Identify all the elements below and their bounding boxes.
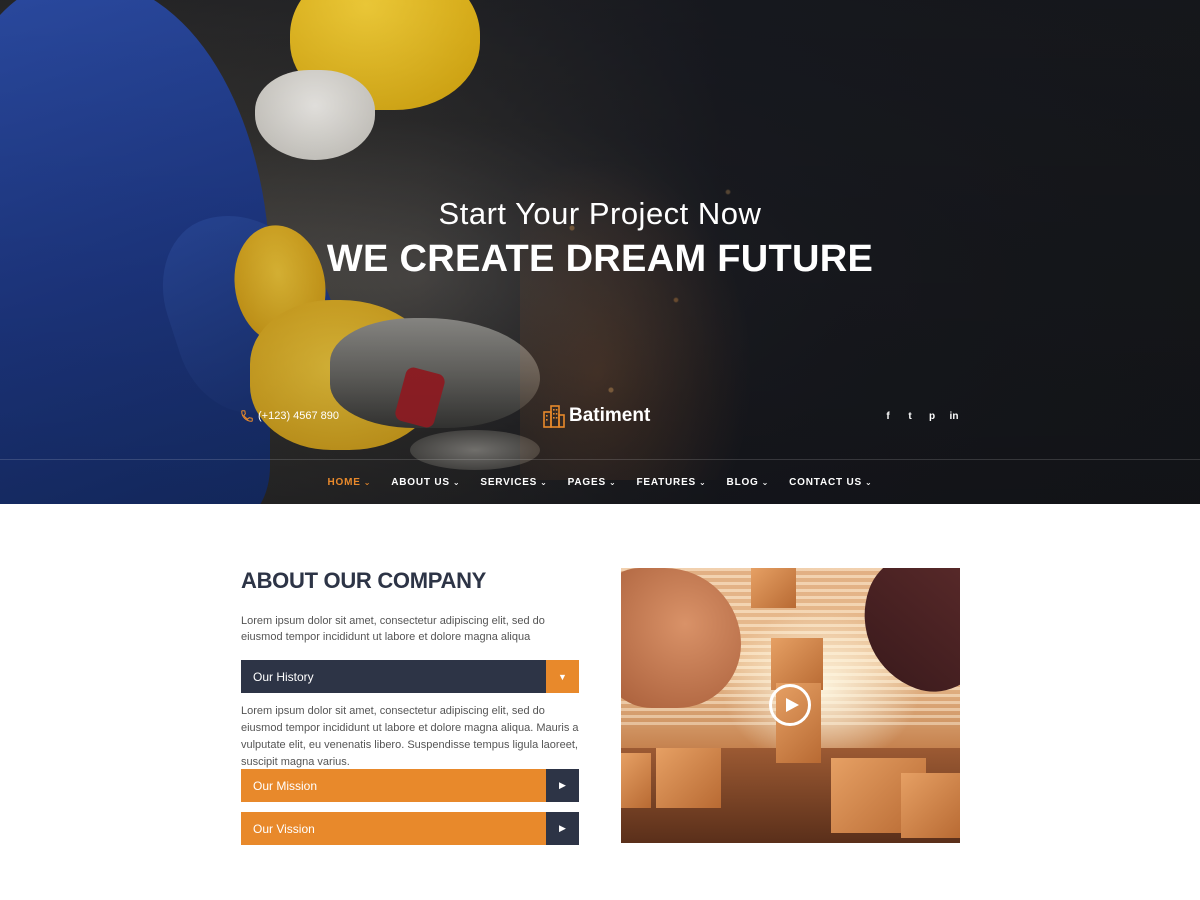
wood-block [656, 748, 721, 808]
wood-block [901, 773, 960, 838]
accordion-label: Our Mission [241, 769, 546, 802]
video-thumbnail[interactable] [621, 568, 960, 843]
nav-label: PAGES [567, 476, 606, 488]
about-title: ABOUT OUR COMPANY [241, 568, 487, 593]
linkedin-icon[interactable]: in [948, 411, 960, 422]
chevron-down-icon: ⌄ [540, 477, 548, 487]
chevron-down-icon: ⌄ [864, 477, 873, 487]
nav-item-pages[interactable]: PAGES ⌄ [558, 477, 627, 488]
nav-item-contact-us[interactable]: CONTACT US ⌄ [779, 477, 882, 488]
chevron-down-icon: ⌄ [452, 477, 461, 487]
play-icon [785, 698, 799, 712]
nav-item-services[interactable]: SERVICES ⌄ [470, 477, 557, 488]
nav-label: HOME [327, 476, 361, 488]
nav-label: SERVICES [480, 476, 538, 488]
nav-item-features[interactable]: FEATURES ⌄ [626, 477, 716, 488]
accordion-label: Our Vission [241, 812, 546, 845]
accordion-label: Our History [241, 660, 546, 693]
nav-item-blog[interactable]: BLOG ⌄ [717, 477, 780, 488]
phone-contact[interactable]: (+123) 4567 890 [240, 409, 339, 423]
pinterest-icon[interactable]: p [926, 411, 938, 422]
building-icon [543, 405, 565, 428]
main-nav: HOME ⌄ ABOUT US ⌄ SERVICES ⌄ PAGES ⌄ FEA… [0, 460, 1200, 504]
caret-right-icon[interactable]: ▶ [546, 769, 579, 802]
top-info-bar: (+123) 4567 890 Batiment f t p in [240, 404, 960, 434]
hero-banner: Start Your Project Now WE CREATE DREAM F… [0, 0, 1200, 504]
accordion-our-mission[interactable]: Our Mission ▶ [241, 769, 579, 802]
caret-down-icon[interactable]: ▼ [546, 660, 579, 693]
hero-title: WE CREATE DREAM FUTURE [326, 238, 874, 280]
nav-item-home[interactable]: HOME ⌄ [318, 477, 382, 488]
nav-item-about-us[interactable]: ABOUT US ⌄ [381, 477, 470, 488]
chevron-down-icon: ⌄ [608, 477, 617, 487]
chevron-down-icon: ⌄ [699, 477, 707, 487]
phone-icon [241, 410, 253, 422]
logo-text: Batiment [569, 405, 651, 426]
accordion-content: Lorem ipsum dolor sit amet, consectetur … [241, 705, 579, 768]
phone-number: (+123) 4567 890 [258, 410, 340, 422]
wood-block [751, 568, 796, 608]
nav-label: CONTACT US [789, 476, 862, 488]
logo[interactable]: Batiment [542, 404, 650, 428]
chevron-down-icon: ⌄ [761, 477, 770, 487]
accordion-our-vission[interactable]: Our Vission ▶ [241, 812, 579, 845]
nav-label: BLOG [726, 476, 759, 488]
chevron-down-icon: ⌄ [363, 477, 372, 487]
nav-label: ABOUT US [391, 476, 450, 488]
about-intro: Lorem ipsum dolor sit amet, consectetur … [241, 615, 545, 643]
wood-block [621, 753, 651, 808]
nav-label: FEATURES [636, 476, 697, 488]
play-button[interactable] [769, 684, 811, 726]
caret-right-icon[interactable]: ▶ [546, 812, 579, 845]
twitter-icon[interactable]: t [904, 411, 916, 422]
accordion-our-history[interactable]: Our History ▼ [241, 660, 579, 693]
social-links: f t p in [882, 411, 960, 422]
hero-subtitle: Start Your Project Now [438, 196, 762, 231]
facebook-icon[interactable]: f [882, 411, 894, 422]
